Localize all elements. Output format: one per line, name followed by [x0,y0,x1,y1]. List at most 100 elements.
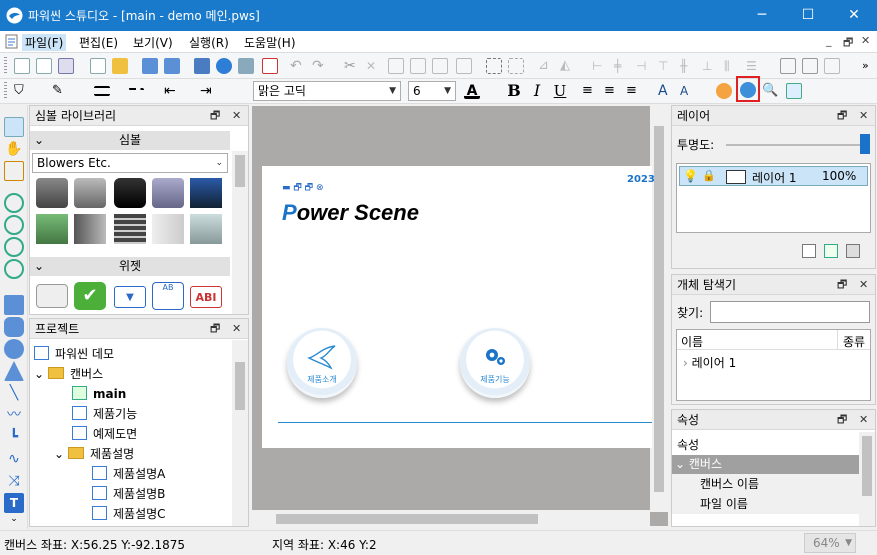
save-all-icon[interactable] [164,58,180,74]
cut-icon[interactable]: ✂ [344,58,360,74]
column-name[interactable]: 이름 [681,333,703,350]
delete-icon[interactable]: ✕ [366,58,382,74]
save-icon[interactable] [142,58,158,74]
distribute-horizontal-icon[interactable]: ⫼ [724,58,740,74]
open-project-icon[interactable] [90,58,106,74]
symbol-blower-6[interactable] [36,214,68,244]
text-tool-icon[interactable]: T [4,493,24,513]
chevron-right-icon[interactable]: › [683,356,688,370]
font-color-icon[interactable]: A [464,83,480,99]
font-family-select[interactable]: 맑은 고딕 ▼ [253,81,401,101]
product-features-button[interactable]: 제품기능 [460,328,530,398]
align-left-icon[interactable]: ⊢ [592,58,608,74]
scrollbar-thumb[interactable] [654,126,664,492]
menu-file[interactable]: 파일(F) [22,34,67,51]
layer-row[interactable]: 💡 🔒 레이어 1 100% [679,166,868,186]
scrollbar-thumb[interactable] [235,362,245,410]
widget-group-header[interactable]: ⌄ 위젯 [30,257,230,276]
line-tool-icon[interactable]: ╲ [4,383,24,403]
tree-item-features[interactable]: 제품기능 [72,404,137,424]
delete-file-icon[interactable] [262,58,278,74]
window-icon[interactable] [58,58,74,74]
zoom-fit-icon[interactable] [4,237,24,257]
italic-button[interactable]: I [529,83,545,99]
line-width-icon[interactable] [94,86,110,96]
new-layer-icon[interactable] [802,244,816,258]
bring-front-icon[interactable] [780,58,796,74]
tree-item-description-b[interactable]: 제품설명B [92,484,165,504]
chevron-down-icon[interactable]: ⌄ [34,364,48,384]
pin-icon[interactable]: 🗗 [837,106,847,126]
publish-run-icon[interactable] [740,82,756,98]
align-right-icon[interactable]: ⊣ [636,58,652,74]
symbol-category-select[interactable]: Blowers Etc. ⌄ [32,153,228,173]
close-button[interactable]: ✕ [831,0,877,31]
symbol-blower-10[interactable] [190,214,222,244]
upload-icon[interactable] [194,58,210,74]
minimize-button[interactable]: ─ [739,0,785,31]
scrollbar-thumb[interactable] [276,514,538,524]
arrow-start-icon[interactable]: ⇤ [164,83,180,99]
order-icon[interactable] [824,58,840,74]
symbol-group-header[interactable]: ⌄ 심볼 [30,131,230,150]
clone-icon[interactable] [456,58,472,74]
scrollbar-thumb[interactable] [235,155,245,187]
polyline-tool-icon[interactable]: 〰 [4,405,24,425]
toolbar-overflow-icon[interactable]: » [862,58,877,74]
rectangle-tool-icon[interactable] [4,295,24,315]
undo-icon[interactable]: ↶ [290,58,306,74]
object-tree[interactable]: 이름 종류 › 레이어 1 [676,329,871,401]
symbol-blower-7[interactable] [74,214,106,244]
copy-icon[interactable] [388,58,404,74]
align-top-icon[interactable]: ⊤ [658,58,674,74]
mdi-restore-button[interactable]: 🗗 [843,34,853,53]
underline-button[interactable]: U [552,83,568,99]
tree-item-examples[interactable]: 예제도면 [72,424,137,444]
pin-icon[interactable]: 🗗 [837,275,847,295]
product-intro-button[interactable]: 제품소개 [287,328,357,398]
visibility-bulb-icon[interactable]: 💡 [683,169,698,183]
fill-color-icon[interactable]: ⛉ [14,83,30,99]
publish-highlight[interactable] [736,76,760,102]
flip-vertical-icon[interactable]: ⊿ [538,58,554,74]
bezier-tool-icon[interactable]: ⤨ [4,471,24,491]
properties-scrollbar[interactable] [859,432,875,526]
zoom-select[interactable]: 64% ▼ [804,533,856,553]
find-input[interactable] [710,301,870,323]
font-grow-icon[interactable]: A [658,83,674,99]
menu-view[interactable]: 보기(V) [133,34,173,51]
object-tree-item[interactable]: › 레이어 1 [683,354,736,371]
curve-tool-icon[interactable]: ∿ [4,449,24,469]
send-back-icon[interactable] [802,58,818,74]
property-group-canvas[interactable]: ⌄ 캔버스 [672,455,859,474]
font-shrink-icon[interactable]: A [680,83,696,99]
property-row[interactable]: 파일 이름 [672,494,859,514]
pin-icon[interactable]: 🗗 [210,319,220,339]
group-icon[interactable] [486,58,502,74]
pin-icon[interactable]: 🗗 [210,106,220,126]
connector-tool-icon[interactable]: ┗ [4,427,24,447]
line-color-icon[interactable]: ✎ [52,83,68,99]
opacity-slider-thumb[interactable] [860,134,870,154]
toolbar-grip[interactable] [4,57,7,75]
align-bottom-icon[interactable]: ⊥ [702,58,718,74]
close-icon[interactable]: ✕ [859,410,868,430]
bold-button[interactable]: B [506,83,522,99]
canvas-page[interactable]: ▬ 🗗 🗗 ⊗ Power Scene 2023 제품소개 제품기능 [262,166,655,448]
pan-tool-icon[interactable]: ✋ [4,139,24,159]
canvas-hscrollbar[interactable] [252,510,650,528]
ellipse-tool-icon[interactable] [4,339,24,359]
align-text-right-icon[interactable]: ≡ [626,83,642,99]
font-size-select[interactable]: 6 ▼ [408,81,456,101]
run-icon[interactable] [716,83,732,99]
symbol-blower-2[interactable] [74,178,106,208]
zoom-out-icon[interactable] [4,215,24,235]
tree-item-description-folder[interactable]: ⌄ 제품설명 [54,444,134,464]
paste-icon[interactable] [410,58,426,74]
widget-textbox[interactable]: AB [152,282,184,310]
flip-horizontal-icon[interactable]: ◭ [560,58,576,74]
mdi-minimize-button[interactable]: _ [826,34,832,47]
close-icon[interactable]: ✕ [859,275,868,295]
tree-item-project-root[interactable]: 파워씬 데모 [34,344,114,364]
close-icon[interactable]: ✕ [232,106,241,126]
